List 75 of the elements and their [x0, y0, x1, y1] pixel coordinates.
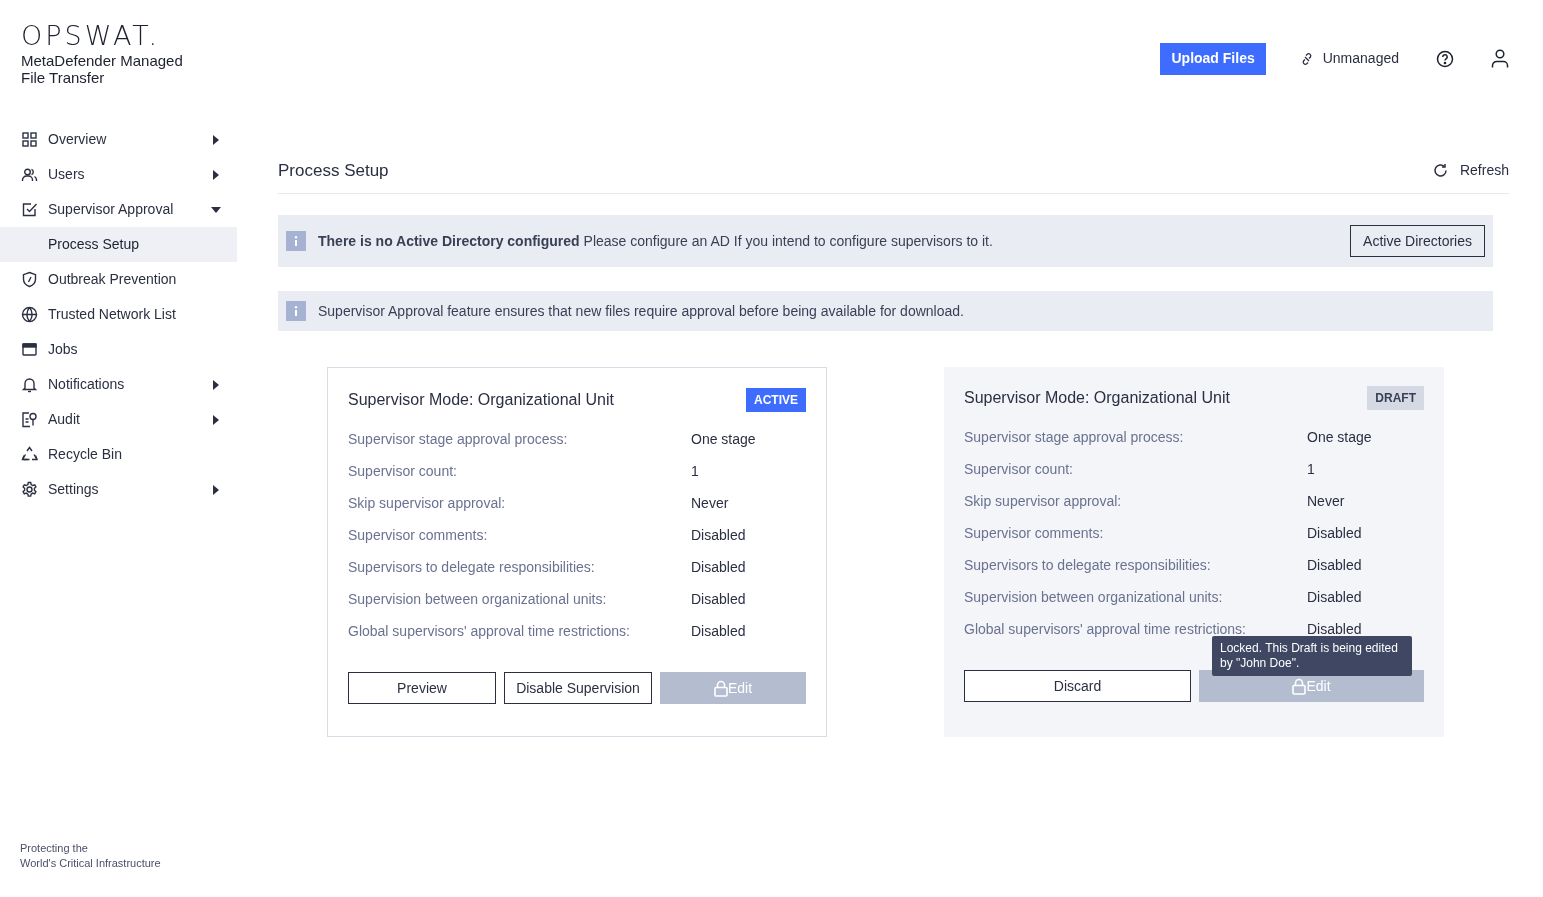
field-value: Disabled [1307, 524, 1362, 543]
tagline: Protecting the [20, 841, 88, 856]
info-icon [286, 231, 306, 251]
field-value: 1 [1307, 460, 1315, 479]
field-label: Supervisor comments: [348, 526, 489, 545]
field-label: Supervisor stage approval process: [348, 430, 569, 449]
field-value: Never [691, 494, 729, 513]
field-value: Disabled [1307, 556, 1362, 575]
field-label: Supervision between organizational units: [348, 590, 608, 609]
info-icon [286, 301, 306, 321]
field-label: Skip supervisor approval: [348, 494, 507, 513]
field-value: Disabled [1307, 620, 1362, 639]
field-value: Never [1307, 492, 1345, 511]
field-value: 1 [691, 462, 699, 481]
settings-icon [21, 481, 38, 498]
sidebar-item[interactable]: Supervisor Approval [0, 192, 237, 227]
sidebar-item[interactable]: Outbreak Prevention [0, 262, 237, 297]
card-title: Supervisor Mode: Organizational Unit [964, 388, 1230, 408]
field-value: Disabled [691, 622, 746, 641]
tooltip: Locked. This Draft is being edited by "John Doe". [1212, 636, 1412, 676]
user-icon[interactable] [1491, 49, 1509, 68]
field-label: Skip supervisor approval: [964, 492, 1123, 511]
lock-icon [1292, 677, 1307, 695]
field-value: Disabled [691, 526, 746, 545]
sidebar-item[interactable]: Jobs [0, 332, 237, 367]
refresh-icon [1432, 163, 1448, 178]
tagline: World's Critical Infrastructure [20, 856, 161, 871]
field-value: Disabled [1307, 588, 1362, 607]
info-message: There is no Active Directory configured Please configure an AD If you intend to configure supervisors to it. [318, 231, 994, 251]
sidebar-item[interactable]: Audit [0, 402, 237, 437]
grid-icon [21, 131, 38, 148]
recycle-icon [21, 446, 38, 463]
sidebar-item[interactable]: Recycle Bin [0, 437, 237, 472]
field-value: Disabled [691, 558, 746, 577]
globe-icon [21, 306, 38, 323]
field-label: Supervisors to delegate responsibilities: [964, 556, 1212, 575]
active-directories-button[interactable]: Active Directories [1350, 225, 1485, 257]
audit-icon [21, 411, 38, 428]
field-label: Supervisor count: [348, 462, 458, 481]
field-label: Supervision between organizational units: [964, 588, 1224, 607]
action-button[interactable]: Disable Supervision [504, 672, 652, 704]
field-label: Supervisor comments: [964, 524, 1105, 543]
checkbox-icon [21, 201, 38, 218]
connection-status[interactable]: Unmanaged [1322, 48, 1399, 69]
refresh-button[interactable]: Refresh [1432, 160, 1509, 181]
field-label: Supervisors to delegate responsibilities: [348, 558, 596, 577]
status-badge: ACTIVE [746, 388, 806, 412]
status-badge: DRAFT [1367, 386, 1424, 410]
field-label: Global supervisors' approval time restrictions: [964, 620, 1247, 639]
sidebar-item[interactable]: Trusted Network List [0, 297, 237, 332]
sidebar-item[interactable]: Users [0, 157, 237, 192]
field-label: Global supervisors' approval time restrictions: [348, 622, 631, 641]
logo-wordmark: OPSWAT. [21, 22, 161, 50]
bell-icon [21, 376, 38, 393]
sidebar-item[interactable]: Overview [0, 122, 237, 157]
product-name: MetaDefender Managed File Transfer [21, 52, 184, 86]
field-label: Supervisor count: [964, 460, 1074, 479]
card-title: Supervisor Mode: Organizational Unit [348, 390, 614, 410]
page-title: Process Setup [278, 159, 389, 182]
window-icon [21, 341, 38, 358]
field-value: Disabled [691, 590, 746, 609]
users-icon [21, 166, 38, 183]
sidebar-item[interactable]: Settings [0, 472, 237, 507]
field-value: One stage [1307, 428, 1372, 447]
field-label: Supervisor stage approval process: [964, 428, 1185, 447]
action-button[interactable]: Discard [964, 670, 1191, 702]
field-value: One stage [691, 430, 756, 449]
lock-icon [713, 679, 728, 697]
sidebar-item[interactable]: Process Setup [0, 227, 237, 262]
action-button[interactable]: Preview [348, 672, 496, 704]
help-icon[interactable] [1436, 49, 1454, 68]
sidebar-item[interactable]: Notifications [0, 367, 237, 402]
upload-files-button[interactable]: Upload Files [1160, 42, 1266, 75]
shield-icon [21, 271, 38, 288]
info-message: Supervisor Approval feature ensures that new files require approval before being available for download. [318, 301, 965, 321]
